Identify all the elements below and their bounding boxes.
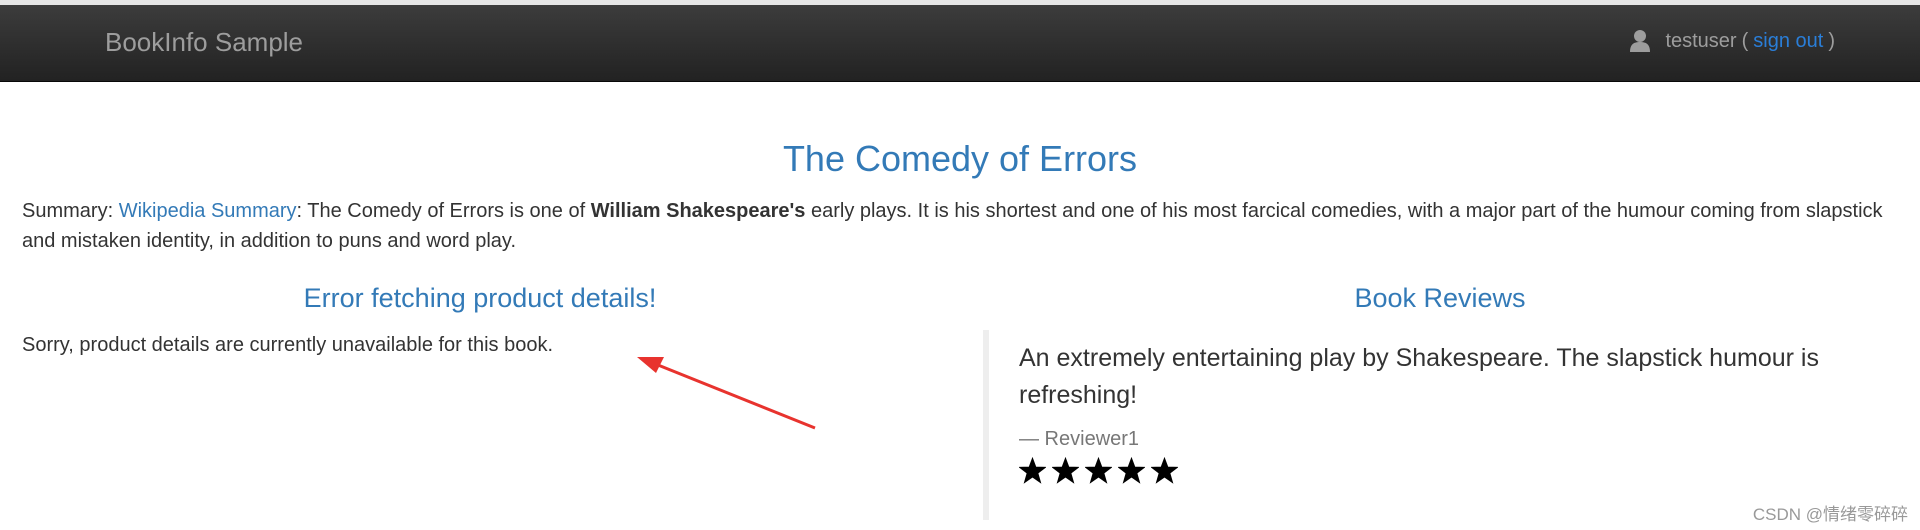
close-paren: ): [1828, 29, 1835, 52]
summary-author: William Shakespeare's: [590, 200, 806, 222]
sign-out-link[interactable]: sign out: [1753, 30, 1823, 53]
star-icon: [1151, 457, 1178, 484]
wikipedia-summary-link[interactable]: Wikipedia Summary: [119, 200, 297, 222]
book-title: The Comedy of Errors: [782, 138, 1138, 179]
product-details-heading: Error fetching product details!: [303, 283, 657, 313]
summary-text-1: : The Comedy of Errors is one of: [296, 200, 591, 222]
star-rating: [1019, 457, 1883, 484]
open-paren: (: [1741, 29, 1749, 52]
star-icon: [1085, 457, 1112, 484]
review-text: An extremely entertaining play by Shakes…: [1019, 344, 1819, 409]
user-icon: [1629, 29, 1651, 53]
star-icon: [1019, 457, 1046, 484]
watermark: CSDN @情绪零碎碎: [1752, 505, 1908, 524]
user-area: testuser ( sign out ): [1629, 29, 1840, 53]
summary-prefix: Summary:: [22, 200, 119, 222]
book-summary: Summary: Wikipedia Summary: The Comedy o…: [22, 196, 1902, 256]
product-details-message: Sorry, product details are currently una…: [22, 334, 554, 356]
username: testuser: [1665, 29, 1737, 52]
star-icon: [1052, 457, 1079, 484]
brand-link[interactable]: BookInfo Sample: [105, 27, 303, 58]
star-icon: [1118, 457, 1145, 484]
reviewer-name: — Reviewer1: [1019, 428, 1140, 450]
arrow-shaft: [647, 359, 816, 430]
book-reviews-heading: Book Reviews: [1354, 283, 1526, 313]
navbar: BookInfo Sample testuser ( sign out ): [0, 5, 1920, 82]
arrow-head: [637, 357, 664, 373]
annotation-arrow: [637, 357, 816, 430]
review-card: An extremely entertaining play by Shakes…: [983, 330, 1883, 520]
